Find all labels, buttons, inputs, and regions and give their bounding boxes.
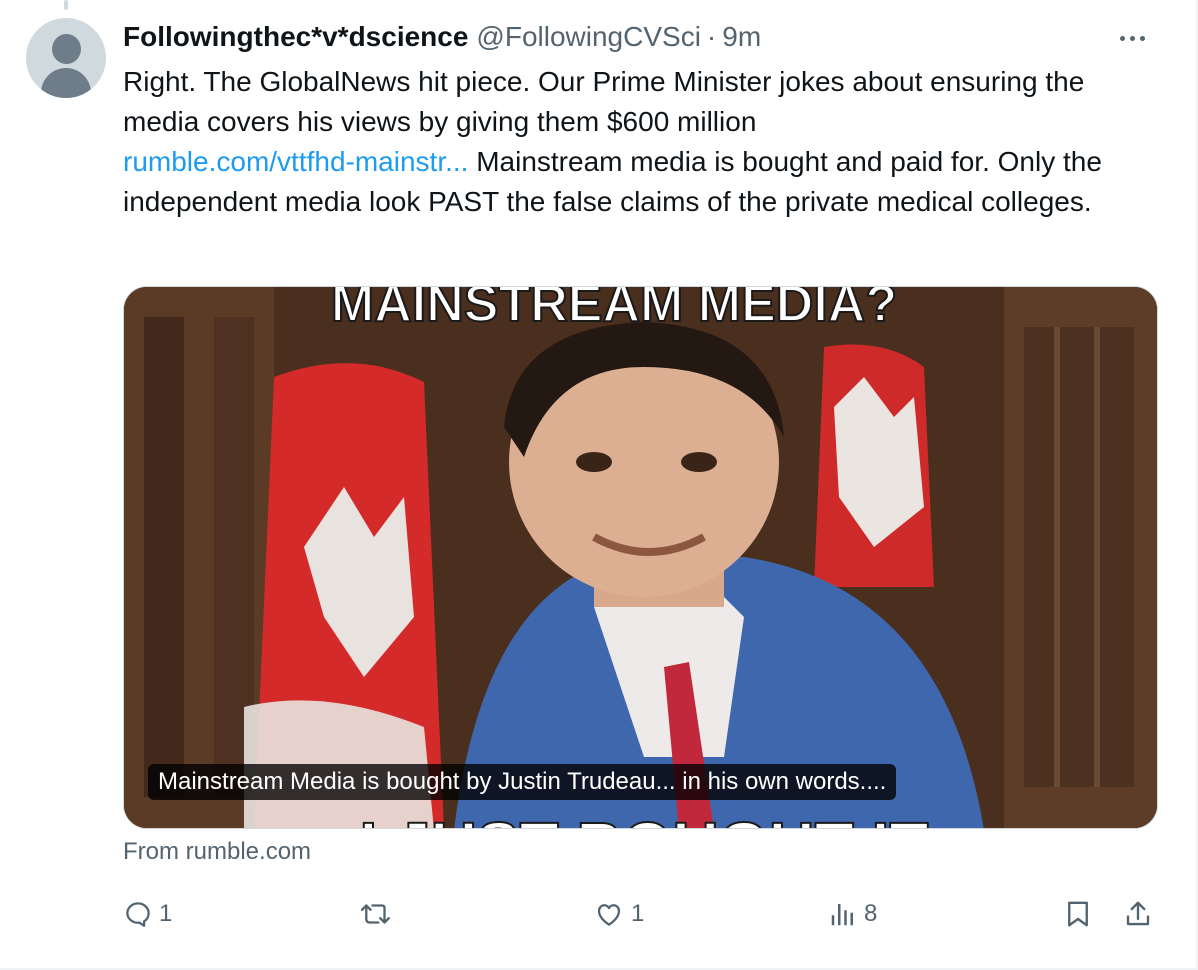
media-thumbnail: MAINSTREAM MEDIA? I JUST BOUGHT IT: [124, 287, 1157, 829]
default-avatar-body-icon: [41, 68, 91, 98]
bookmark-button[interactable]: [1063, 896, 1093, 932]
more-options-icon[interactable]: [1112, 26, 1152, 50]
tweet-actions-bar: 1 1 8: [123, 896, 1158, 932]
meme-top-text: MAINSTREAM MEDIA?: [331, 287, 897, 333]
retweet-button[interactable]: [359, 896, 393, 932]
reply-icon: [126, 902, 150, 927]
thread-connector-line: [64, 0, 68, 10]
display-name[interactable]: Followingthec*v*dscience: [123, 21, 468, 53]
separator-dot: ·: [706, 21, 717, 52]
user-handle[interactable]: @FollowingCVSci: [476, 21, 701, 53]
reply-count: 1: [159, 900, 173, 927]
tweet-header: Followingthec*v*dscience @FollowingCVSci…: [123, 20, 761, 54]
bookmark-icon: [1068, 901, 1088, 927]
timestamp[interactable]: 9m: [722, 21, 761, 53]
like-button[interactable]: 1: [593, 896, 644, 932]
share-button[interactable]: [1123, 896, 1153, 932]
media-card[interactable]: MAINSTREAM MEDIA? I JUST BOUGHT IT Mains…: [123, 286, 1158, 829]
default-avatar-head-icon: [52, 34, 81, 64]
meme-bottom-text: I JUST BOUGHT IT: [360, 809, 929, 829]
link-source[interactable]: From rumble.com: [123, 838, 311, 866]
tweet-text: Right. The GlobalNews hit piece. Our Pri…: [123, 62, 1143, 222]
heart-icon: [597, 904, 621, 926]
views-count: 8: [864, 900, 878, 927]
views-icon: [831, 904, 853, 926]
reply-button[interactable]: 1: [123, 896, 172, 932]
avatar[interactable]: [26, 18, 106, 98]
like-count: 1: [631, 900, 645, 927]
views-button[interactable]: 8: [828, 896, 877, 932]
share-icon: [1126, 901, 1150, 926]
media-caption: Mainstream Media is bought by Justin Tru…: [148, 764, 897, 800]
tweet-text-part1: Right. The GlobalNews hit piece. Our Pri…: [123, 66, 1085, 137]
tweet-link[interactable]: rumble.com/vttfhd-mainstr...: [123, 146, 468, 177]
retweet-icon: [360, 904, 390, 924]
